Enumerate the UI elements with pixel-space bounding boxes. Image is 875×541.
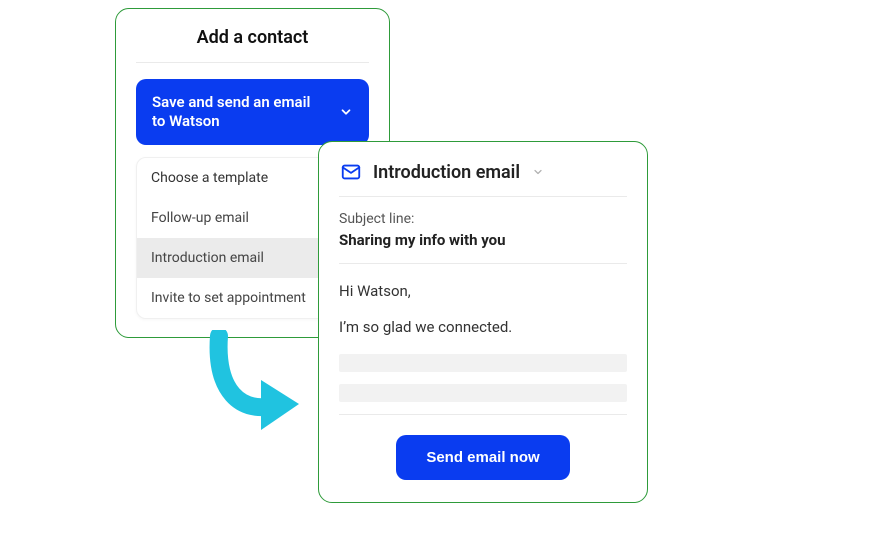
chevron-down-icon bbox=[339, 105, 353, 119]
panel-title: Add a contact bbox=[136, 27, 369, 63]
email-header: Introduction email bbox=[339, 160, 627, 197]
template-option-label: Introduction email bbox=[151, 250, 264, 266]
subject-block: Subject line: Sharing my info with you bbox=[339, 197, 627, 264]
divider bbox=[339, 414, 627, 415]
flow-arrow-icon bbox=[195, 330, 305, 445]
chevron-down-icon[interactable] bbox=[532, 166, 544, 178]
mail-icon bbox=[339, 160, 363, 184]
send-email-button[interactable]: Send email now bbox=[396, 435, 569, 480]
save-send-email-label: Save and send an email to Watson bbox=[152, 93, 312, 131]
email-preview-panel: Introduction email Subject line: Sharing… bbox=[318, 141, 648, 503]
save-send-email-button[interactable]: Save and send an email to Watson bbox=[136, 79, 369, 145]
email-body-placeholder bbox=[339, 384, 627, 402]
subject-label: Subject line: bbox=[339, 211, 627, 227]
email-body-placeholder bbox=[339, 354, 627, 372]
email-body-line: I’m so glad we connected. bbox=[339, 318, 627, 336]
email-greeting: Hi Watson, bbox=[339, 282, 627, 300]
email-template-title: Introduction email bbox=[373, 162, 520, 183]
subject-value: Sharing my info with you bbox=[339, 231, 627, 249]
